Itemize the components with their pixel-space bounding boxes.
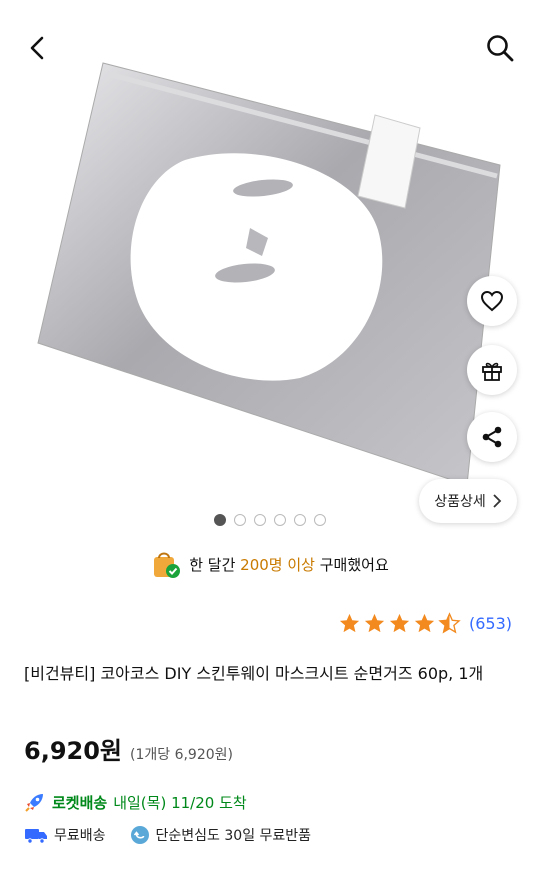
gallery-pagination [0,514,540,526]
unit-price: (1개당 6,920원) [130,747,234,763]
free-return: 단순변심도 30일 무료반품 [155,828,312,844]
product-image[interactable] [0,60,540,500]
purchase-suffix: 구매했어요 [314,555,389,574]
return-icon [130,826,149,844]
star-icon [339,613,360,633]
star-icon [389,613,410,633]
rating-summary[interactable]: (653) [338,612,512,635]
truck-icon [25,829,47,844]
purchase-count-banner: 한 달간 200명 이상 구매했어요 [0,548,540,580]
rocket-delivery: 로켓배송 내일(목) 11/20 도착 [24,791,247,813]
review-count[interactable]: (653) [469,614,512,633]
benefits-row: 무료배송 단순변심도 30일 무료반품 [24,825,311,845]
gallery-dot[interactable] [254,514,266,526]
chevron-left-icon [30,36,44,60]
star-icon [364,613,385,633]
gallery-dot[interactable] [214,514,226,526]
price: 6,920원 [24,737,122,765]
share-icon [482,426,502,448]
rocket-brand: 로켓배송 [52,793,108,812]
gift-button[interactable] [467,345,517,395]
gallery-dot[interactable] [274,514,286,526]
chevron-right-icon [493,494,502,508]
arrival-date: 내일(목) 11/20 도착 [113,793,247,812]
product-detail-label: 상품상세 [434,494,486,510]
gallery-dot[interactable] [234,514,246,526]
gallery-dot[interactable] [294,514,306,526]
purchase-prefix: 한 달간 [189,555,241,574]
gallery-dot[interactable] [314,514,326,526]
purchase-text: 한 달간 200명 이상 구매했어요 [189,554,389,575]
heart-icon [480,290,504,312]
free-shipping: 무료배송 [54,828,106,844]
star-icon [414,613,435,633]
half-star-icon [438,612,461,634]
price-block: 6,920원 (1개당 6,920원) [24,731,233,766]
share-button[interactable] [467,412,517,462]
search-icon [487,35,514,62]
product-title: [비건뷰티] 코아코스 DIY 스킨투웨이 마스크시트 순면거즈 60p, 1개 [24,664,484,683]
rocket-icon [25,794,43,812]
like-button[interactable] [467,276,517,326]
gift-icon [482,362,502,381]
shopping-bag-check-icon [154,552,181,578]
purchase-highlight: 200명 이상 [240,555,315,574]
